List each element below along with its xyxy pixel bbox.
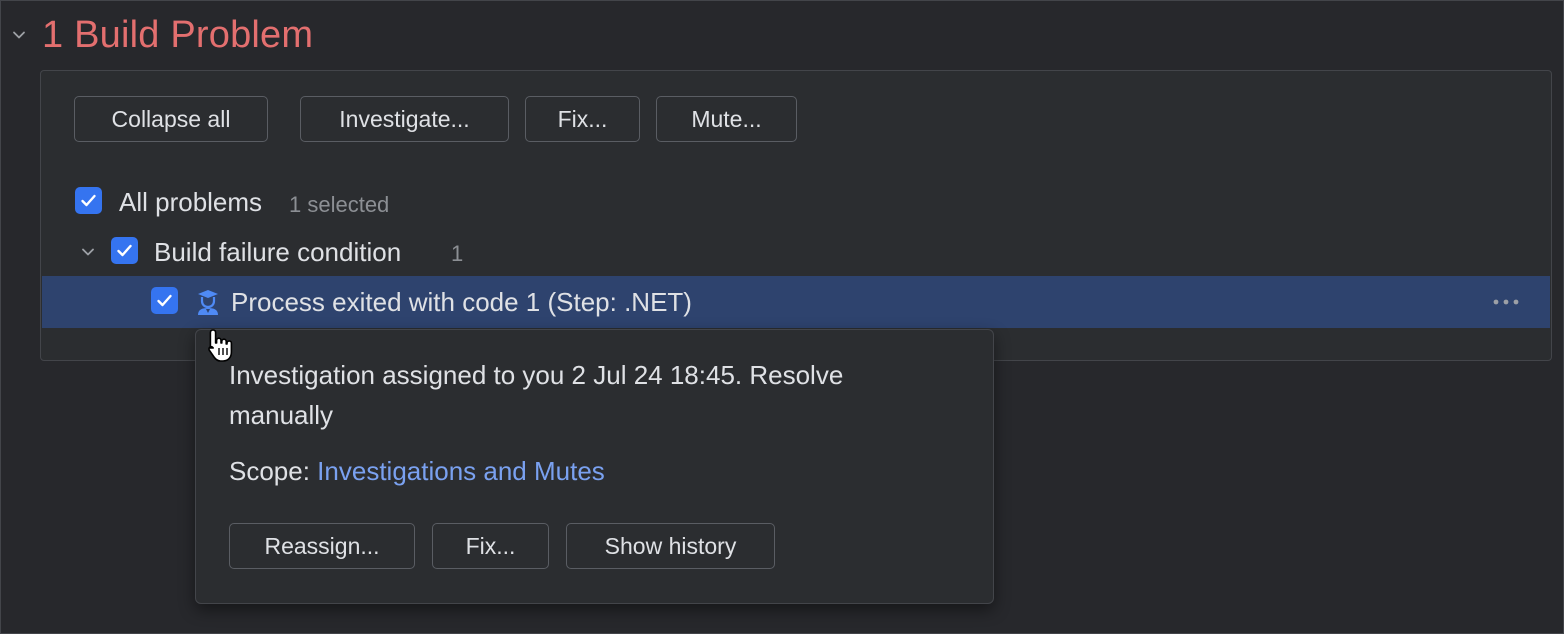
reassign-button[interactable]: Reassign... [229, 523, 415, 569]
investigation-text-line2: manually [229, 400, 334, 430]
popup-fix-button[interactable]: Fix... [432, 523, 549, 569]
section-title: 1 Build Problem [42, 13, 314, 56]
investigator-icon [193, 287, 223, 317]
scope-line: Scope: Investigations and Mutes [229, 456, 605, 487]
build-failure-condition-label: Build failure condition [154, 237, 402, 267]
scope-link[interactable]: Investigations and Mutes [317, 456, 605, 486]
fix-button[interactable]: Fix... [525, 96, 640, 142]
problem-row[interactable]: Process exited with code 1 (Step: .NET) [42, 276, 1550, 328]
collapse-all-button[interactable]: Collapse all [74, 96, 268, 142]
build-failure-condition-checkbox[interactable] [111, 237, 138, 264]
investigation-text-line1: Investigation assigned to you 2 Jul 24 1… [229, 360, 844, 390]
checkmark-icon [117, 244, 132, 257]
investigate-button[interactable]: Investigate... [300, 96, 509, 142]
problems-panel: Collapse all Investigate... Fix... Mute.… [40, 70, 1552, 361]
investigation-popup: Investigation assigned to you 2 Jul 24 1… [195, 329, 994, 604]
chevron-down-icon[interactable] [77, 241, 99, 263]
more-horizontal-icon[interactable] [1491, 290, 1521, 314]
checkmark-icon [81, 194, 96, 207]
all-problems-label: All problems [119, 187, 263, 217]
section-header[interactable]: 1 Build Problem [8, 10, 313, 60]
scope-label: Scope: [229, 456, 318, 486]
chevron-down-icon[interactable] [8, 24, 30, 46]
problem-label[interactable]: Process exited with code 1 (Step: .NET) [231, 287, 692, 318]
hand-cursor-icon [202, 326, 242, 366]
mute-button[interactable]: Mute... [656, 96, 797, 142]
group-count: 1 [451, 241, 464, 266]
checkmark-icon [157, 294, 172, 307]
show-history-button[interactable]: Show history [566, 523, 775, 569]
all-problems-checkbox[interactable] [75, 187, 102, 214]
selected-count: 1 selected [289, 192, 390, 217]
problem-checkbox[interactable] [151, 287, 178, 314]
